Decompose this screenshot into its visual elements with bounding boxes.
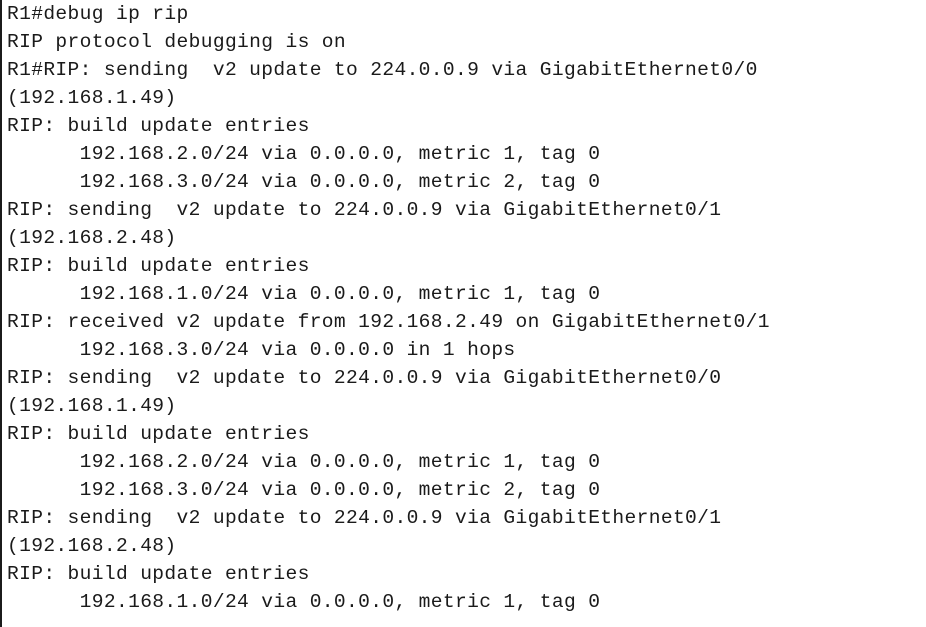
console-line: (192.168.1.49)	[7, 87, 177, 109]
console-line: 192.168.3.0/24 via 0.0.0.0, metric 2, ta…	[7, 479, 601, 501]
console-line: 192.168.1.0/24 via 0.0.0.0, metric 1, ta…	[7, 591, 601, 613]
console-line: 192.168.3.0/24 via 0.0.0.0 in 1 hops	[7, 339, 516, 361]
console-line: R1#debug ip rip	[7, 3, 189, 25]
console-line: RIP: build update entries	[7, 115, 310, 137]
console-line: 192.168.3.0/24 via 0.0.0.0, metric 2, ta…	[7, 171, 601, 193]
console-line: RIP: received v2 update from 192.168.2.4…	[7, 311, 770, 333]
console-output[interactable]: R1#debug ip rip RIP protocol debugging is…	[7, 0, 923, 616]
console-line: 192.168.2.0/24 via 0.0.0.0, metric 1, ta…	[7, 451, 601, 473]
console-line: RIP: build update entries	[7, 255, 310, 277]
console-line: RIP: build update entries	[7, 563, 310, 585]
terminal-window[interactable]: R1#debug ip rip RIP protocol debugging is…	[0, 0, 926, 627]
console-line: (192.168.2.48)	[7, 535, 177, 557]
console-line: RIP protocol debugging is on	[7, 31, 347, 53]
console-line: 192.168.2.0/24 via 0.0.0.0, metric 1, ta…	[7, 143, 601, 165]
console-line: R1#RIP: sending v2 update to 224.0.0.9 v…	[7, 59, 758, 81]
console-line: (192.168.2.48)	[7, 227, 177, 249]
console-line: RIP: build update entries	[7, 423, 310, 445]
console-line: 192.168.1.0/24 via 0.0.0.0, metric 1, ta…	[7, 283, 601, 305]
console-line: RIP: sending v2 update to 224.0.0.9 via …	[7, 367, 722, 389]
console-line: RIP: sending v2 update to 224.0.0.9 via …	[7, 199, 722, 221]
console-line: (192.168.1.49)	[7, 395, 177, 417]
console-line: RIP: sending v2 update to 224.0.0.9 via …	[7, 507, 722, 529]
